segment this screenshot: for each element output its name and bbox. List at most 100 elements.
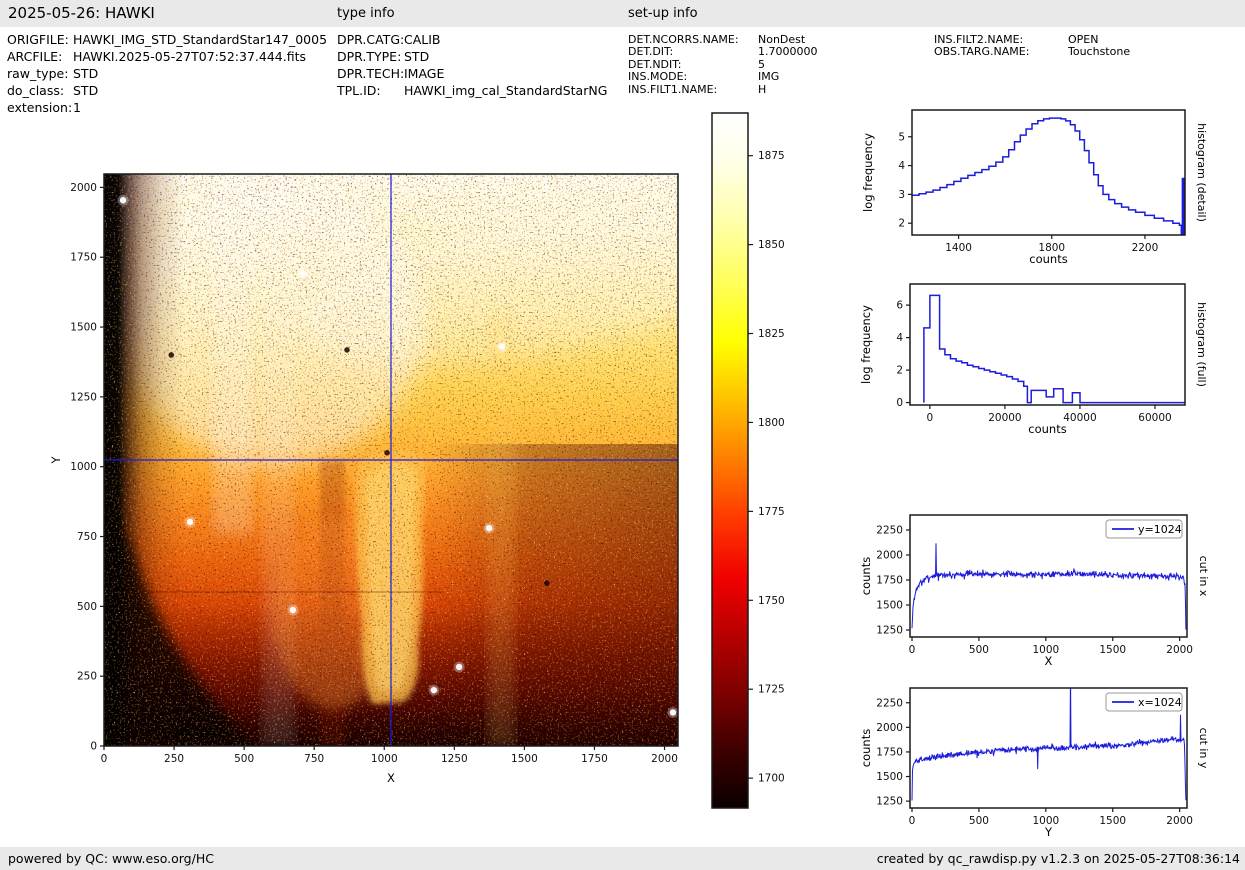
page-title: 2025-05-26: HAWKI [8,4,155,22]
tick-label: 1500 [876,600,903,612]
tick-label: 500 [969,644,989,656]
hist_detail-series [912,117,1185,235]
meta-value: HAWKI_img_cal_StandardStarNG [404,83,608,98]
cut_x-ylabel: counts [859,557,873,595]
tick-label: 2000 [876,722,903,734]
cut_x-xlabel: X [1045,654,1053,668]
meta-row: DET.NDIT: 5 [628,58,765,71]
qc-report-page: 2025-05-26: HAWKI type info set-up info … [0,0,1245,870]
tick-label: 2 [898,218,905,230]
tick-label: 0 [896,397,903,409]
tick-label: 1250 [441,753,468,765]
meta-label: DET.NDIT: [628,57,682,71]
tick-label: 1750 [876,575,903,587]
section-type-info: type info [337,6,395,21]
meta-label: DPR.CATG: [337,32,405,47]
meta-row: DPR.TYPE: STD [337,49,429,64]
tick-label: 1250 [876,625,903,637]
tick-label: 2250 [876,697,903,709]
colorbar-tick-label: 1725 [758,684,785,696]
dark-spot [384,449,390,456]
meta-row: INS.FILT2.NAME: OPEN [934,33,1098,46]
meta-row: OBS.TARG.NAME: Touchstone [934,45,1130,58]
detector-image-canvas [104,174,678,746]
meta-value: 5 [758,57,765,71]
tick-label: 60000 [1138,412,1171,424]
meta-label: extension: [7,100,73,115]
tick-label: 3 [898,189,905,201]
meta-row: INS.FILT1.NAME: H [628,83,766,96]
meta-label: ARCFILE: [7,49,63,64]
hist_full-plot: 0 20000 40000 60000 0 2 4 6 counts log frequency h… [859,283,1208,436]
tick-label: 2000 [876,550,903,562]
meta-label: do_class: [7,83,65,98]
hist_full-right-label: histogram (full) [1195,302,1208,387]
hist_detail-plot: 1400 1800 2200 2 3 4 5 counts log frequency histo… [861,109,1208,266]
section-setup-info: set-up info [628,6,698,21]
cut_x-plot: 0 500 1000 1500 2000 1250 1500 1750 2000 2250 Xcou… [859,514,1210,668]
tick-label: 4 [896,332,903,344]
meta-label: ORIGFILE: [7,32,69,47]
tick-label: 1250 [876,796,903,808]
footer-bar: powered by QC: www.eso.org/HC created by… [0,847,1245,870]
meta-label: DET.DIT: [628,45,674,59]
cut_y-ylabel: counts [859,729,873,767]
hist_detail-ylabel: log frequency [861,133,875,212]
colorbar-tick-label: 1700 [758,773,785,785]
hist_detail-right-label: histogram (detail) [1195,123,1208,222]
tick-label: 2200 [1132,242,1159,254]
tick-label: 2000 [651,753,678,765]
meta-label: INS.FILT1.NAME: [628,82,718,96]
meta-label: INS.MODE: [628,70,688,84]
cut_x-legend-label: y=1024 [1138,523,1182,536]
meta-label: OBS.TARG.NAME: [934,45,1030,59]
dark-spot [168,352,175,358]
meta-value: IMG [758,70,780,84]
meta-value: HAWKI.2025-05-27T07:52:37.444.fits [73,49,306,64]
main_image-ylabel: Y [49,456,63,465]
tick-label: 4 [898,160,905,172]
hist_full-ylabel: log frequency [859,305,873,384]
tick-label: 2000 [70,182,97,194]
colorbar-tick-label: 1850 [758,239,785,251]
tick-label: 250 [77,671,97,683]
tick-label: 1750 [876,746,903,758]
tick-label: 500 [969,815,989,827]
meta-label: DPR.TYPE: [337,49,402,64]
cut_x-legend-box [1105,519,1183,539]
footer-created-by: created by qc_rawdisp.py v1.2.3 on 2025-… [876,851,1240,866]
meta-value: 1 [73,100,81,115]
meta-value: STD [404,49,430,64]
tick-label: 5 [898,131,905,143]
tick-label: 1250 [70,391,97,403]
hist_detail-xlabel: counts [1029,252,1067,266]
tick-label: 500 [234,753,254,765]
meta-value: Touchstone [1068,45,1131,59]
tick-label: 500 [77,601,97,613]
meta-row: raw_type: STD [7,66,98,81]
meta-value: CALIB [404,32,441,47]
hist_full-series [923,294,1185,404]
tick-label: 750 [77,531,97,543]
footer-credit-qc: powered by QC: www.eso.org/HC [8,851,214,866]
cut_y-series [911,688,1187,801]
colorbar-tick-label: 1875 [758,150,785,162]
main_image-xlabel: X [387,771,395,785]
meta-label: DET.NCORRS.NAME: [628,33,739,46]
tick-label: 0 [909,644,916,656]
meta-row: INS.MODE: IMG [628,70,779,83]
meta-value: H [758,82,767,96]
tick-label: 1750 [70,252,97,264]
colorbar [712,113,748,808]
meta-row: do_class: STD [7,83,98,98]
tick-label: 1000 [70,461,97,473]
tick-label: 2 [896,365,903,377]
colorbar-tick-label: 1750 [758,595,785,607]
tick-label: 1000 [1032,815,1059,827]
tick-label: 1750 [581,753,608,765]
meta-value: NonDest [758,33,806,46]
meta-value: STD [73,83,99,98]
meta-label: INS.FILT2.NAME: [934,33,1024,46]
colorbar-tick-label: 1825 [758,328,785,340]
tick-label: 2000 [1166,644,1193,656]
